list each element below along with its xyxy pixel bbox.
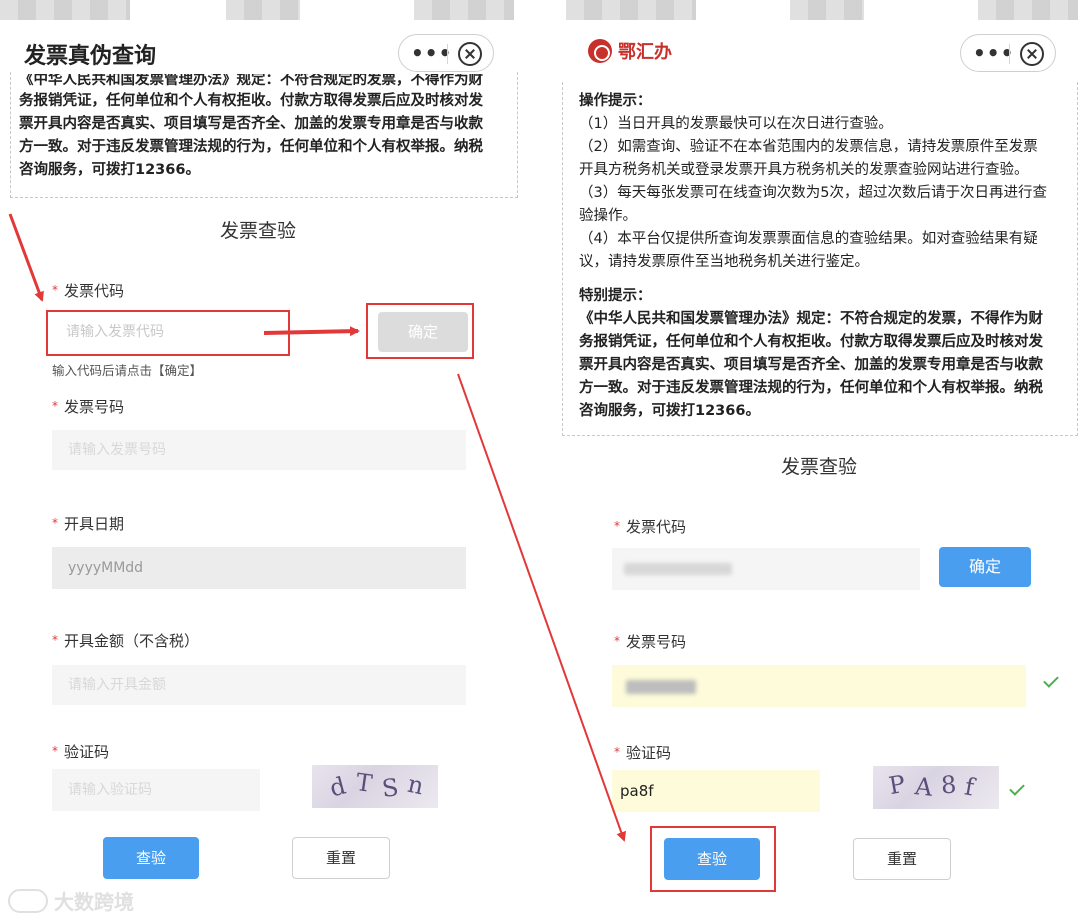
special-line: 咨询服务，可拨打12366。 xyxy=(579,403,760,419)
special-line: 《中华人民共和国发票管理办法》规定：不符合规定的发票，不得作为财 xyxy=(579,311,1043,327)
status-bar-blur xyxy=(226,0,300,20)
captcha-input[interactable]: pa8f xyxy=(612,770,820,812)
watermark-text: 大数跨境 xyxy=(54,890,134,914)
captcha-char: T xyxy=(354,768,374,798)
required-mark: * xyxy=(614,634,620,648)
tip-line: 验操作。 xyxy=(579,208,637,224)
notice-line: 票开具内容是否真实、项目填写是否齐全、加盖的发票专用章是否与收款 xyxy=(19,116,483,132)
label-text: 发票代码 xyxy=(626,518,687,536)
status-bar-blur xyxy=(566,0,696,20)
special-title: 特别提示： xyxy=(579,288,652,304)
redacted-value xyxy=(626,680,696,694)
captcha-char: 8 xyxy=(940,770,958,800)
captcha-image[interactable]: P A 8 f xyxy=(873,766,999,809)
check-icon xyxy=(1043,672,1059,688)
code-hint: 输入代码后请点击【确定】 xyxy=(52,363,203,378)
watermark-logo-icon xyxy=(8,888,48,913)
section-title: 发票查验 xyxy=(781,456,858,478)
special-line: 票开具内容是否真实、项目填写是否齐全、加盖的发票专用章是否与收款 xyxy=(579,357,1043,373)
watermark: 大数跨境 xyxy=(8,886,134,915)
captcha-char: A xyxy=(913,772,934,802)
right-screenshot: 鄂汇办 ••• 操作提示： （1）当日开具的发票最快可以在次日进行查验。 （2）… xyxy=(560,0,1080,923)
confirm-button[interactable]: 确定 xyxy=(939,547,1031,587)
required-mark: * xyxy=(52,516,58,530)
captcha-char: S xyxy=(380,773,400,803)
tip-line: （2）如需查询、验证不在本省范围内的发票信息，请持发票原件至发票 xyxy=(579,139,1038,155)
verify-button[interactable]: 查验 xyxy=(103,837,199,879)
left-screenshot: 发票真伪查询 ••• 《中华人民共和国发票管理办法》规定：不符合规定的发票，不得… xyxy=(0,0,520,923)
special-line: 务报销凭证，任何单位和个人有权拒收。付款方取得发票后应及时核对发 xyxy=(579,334,1043,350)
brand-logo-icon xyxy=(588,39,612,63)
required-mark: * xyxy=(52,283,58,297)
notice-line: 方一致。对于违反发票管理法规的行为，任何单位和个人有权举报。纳税 xyxy=(19,139,483,155)
label-text: 开具金额（不含税） xyxy=(64,632,200,650)
special-line: 方一致。对于违反发票管理法规的行为，任何单位和个人有权举报。纳税 xyxy=(579,380,1043,396)
tips-title: 操作提示： xyxy=(579,93,652,109)
status-bar-blur xyxy=(978,0,1078,20)
mini-program-capsule: ••• xyxy=(960,34,1056,72)
tip-line: （1）当日开具的发票最快可以在次日进行查验。 xyxy=(579,116,893,132)
captcha-char: f xyxy=(962,772,977,802)
brand-name: 鄂汇办 xyxy=(618,42,672,63)
brand-logo: 鄂汇办 xyxy=(588,38,672,64)
mini-program-capsule: ••• xyxy=(398,34,494,72)
issue-date-input[interactable]: yyyyMMdd xyxy=(52,547,466,589)
invoice-number-label: * 发票号码 xyxy=(614,631,686,652)
page-title: 发票真伪查询 xyxy=(24,44,157,69)
captcha-input[interactable]: 请输入验证码 xyxy=(52,769,260,811)
tip-line: 议，请持发票原件至当地税务机关进行鉴定。 xyxy=(579,254,869,270)
notice-box: 操作提示： （1）当日开具的发票最快可以在次日进行查验。 （2）如需查询、验证不… xyxy=(562,82,1078,436)
required-mark: * xyxy=(52,633,58,647)
label-text: 发票号码 xyxy=(626,633,687,651)
tip-line: （3）每天每张发票可在线查询次数为5次，超过次数后请于次日再进行查 xyxy=(579,185,1047,201)
label-text: 验证码 xyxy=(626,744,672,762)
reset-button[interactable]: 重置 xyxy=(853,838,951,880)
required-mark: * xyxy=(614,519,620,533)
amount-label: * 开具金额（不含税） xyxy=(52,630,199,651)
check-icon xyxy=(1009,780,1025,796)
status-bar-blur xyxy=(0,0,130,20)
amount-input[interactable]: 请输入开具金额 xyxy=(52,665,466,705)
reset-button[interactable]: 重置 xyxy=(292,837,390,879)
label-text: 验证码 xyxy=(64,743,110,761)
annotation-box-confirm xyxy=(366,303,474,359)
status-bar-blur xyxy=(790,0,864,20)
required-mark: * xyxy=(52,744,58,758)
section-title: 发票查验 xyxy=(220,220,297,242)
captcha-char: d xyxy=(326,771,349,803)
tip-line: （4）本平台仅提供所查询发票票面信息的查验结果。如对查验结果有疑 xyxy=(579,231,1038,247)
invoice-code-label: * 发票代码 xyxy=(614,516,686,537)
notice-box: 《中华人民共和国发票管理办法》规定：不符合规定的发票，不得作为财 务报销凭证，任… xyxy=(10,72,518,198)
capsule-divider xyxy=(447,44,448,64)
required-mark: * xyxy=(614,745,620,759)
captcha-label: * 验证码 xyxy=(614,742,671,763)
issue-date-label: * 开具日期 xyxy=(52,513,124,534)
invoice-code-label: * 发票代码 xyxy=(52,280,124,301)
status-bar-blur xyxy=(414,0,514,20)
notice-line: 《中华人民共和国发票管理办法》规定：不符合规定的发票，不得作为财 xyxy=(19,74,483,88)
capsule-divider xyxy=(1009,44,1010,64)
label-text: 发票号码 xyxy=(64,398,125,416)
captcha-label: * 验证码 xyxy=(52,741,109,762)
notice-line: 咨询服务，可拨打12366。 xyxy=(19,162,200,178)
label-text: 发票代码 xyxy=(64,282,125,300)
annotation-box-verify xyxy=(650,826,776,892)
label-text: 开具日期 xyxy=(64,515,125,533)
captcha-char: n xyxy=(405,769,427,801)
redacted-value xyxy=(624,563,732,575)
notice-line: 务报销凭证，任何单位和个人有权拒收。付款方取得发票后应及时核对发 xyxy=(19,93,483,109)
captcha-char: P xyxy=(886,769,908,801)
invoice-number-label: * 发票号码 xyxy=(52,396,124,417)
close-icon[interactable] xyxy=(458,42,482,66)
tip-line: 开具方税务机关或登录发票开具方税务机关的发票查验网站进行查验。 xyxy=(579,162,1029,178)
annotation-box-code-input xyxy=(46,310,290,356)
close-icon[interactable] xyxy=(1020,42,1044,66)
required-mark: * xyxy=(52,399,58,413)
invoice-number-input[interactable]: 请输入发票号码 xyxy=(52,430,466,470)
captcha-image[interactable]: d T S n xyxy=(312,765,438,808)
